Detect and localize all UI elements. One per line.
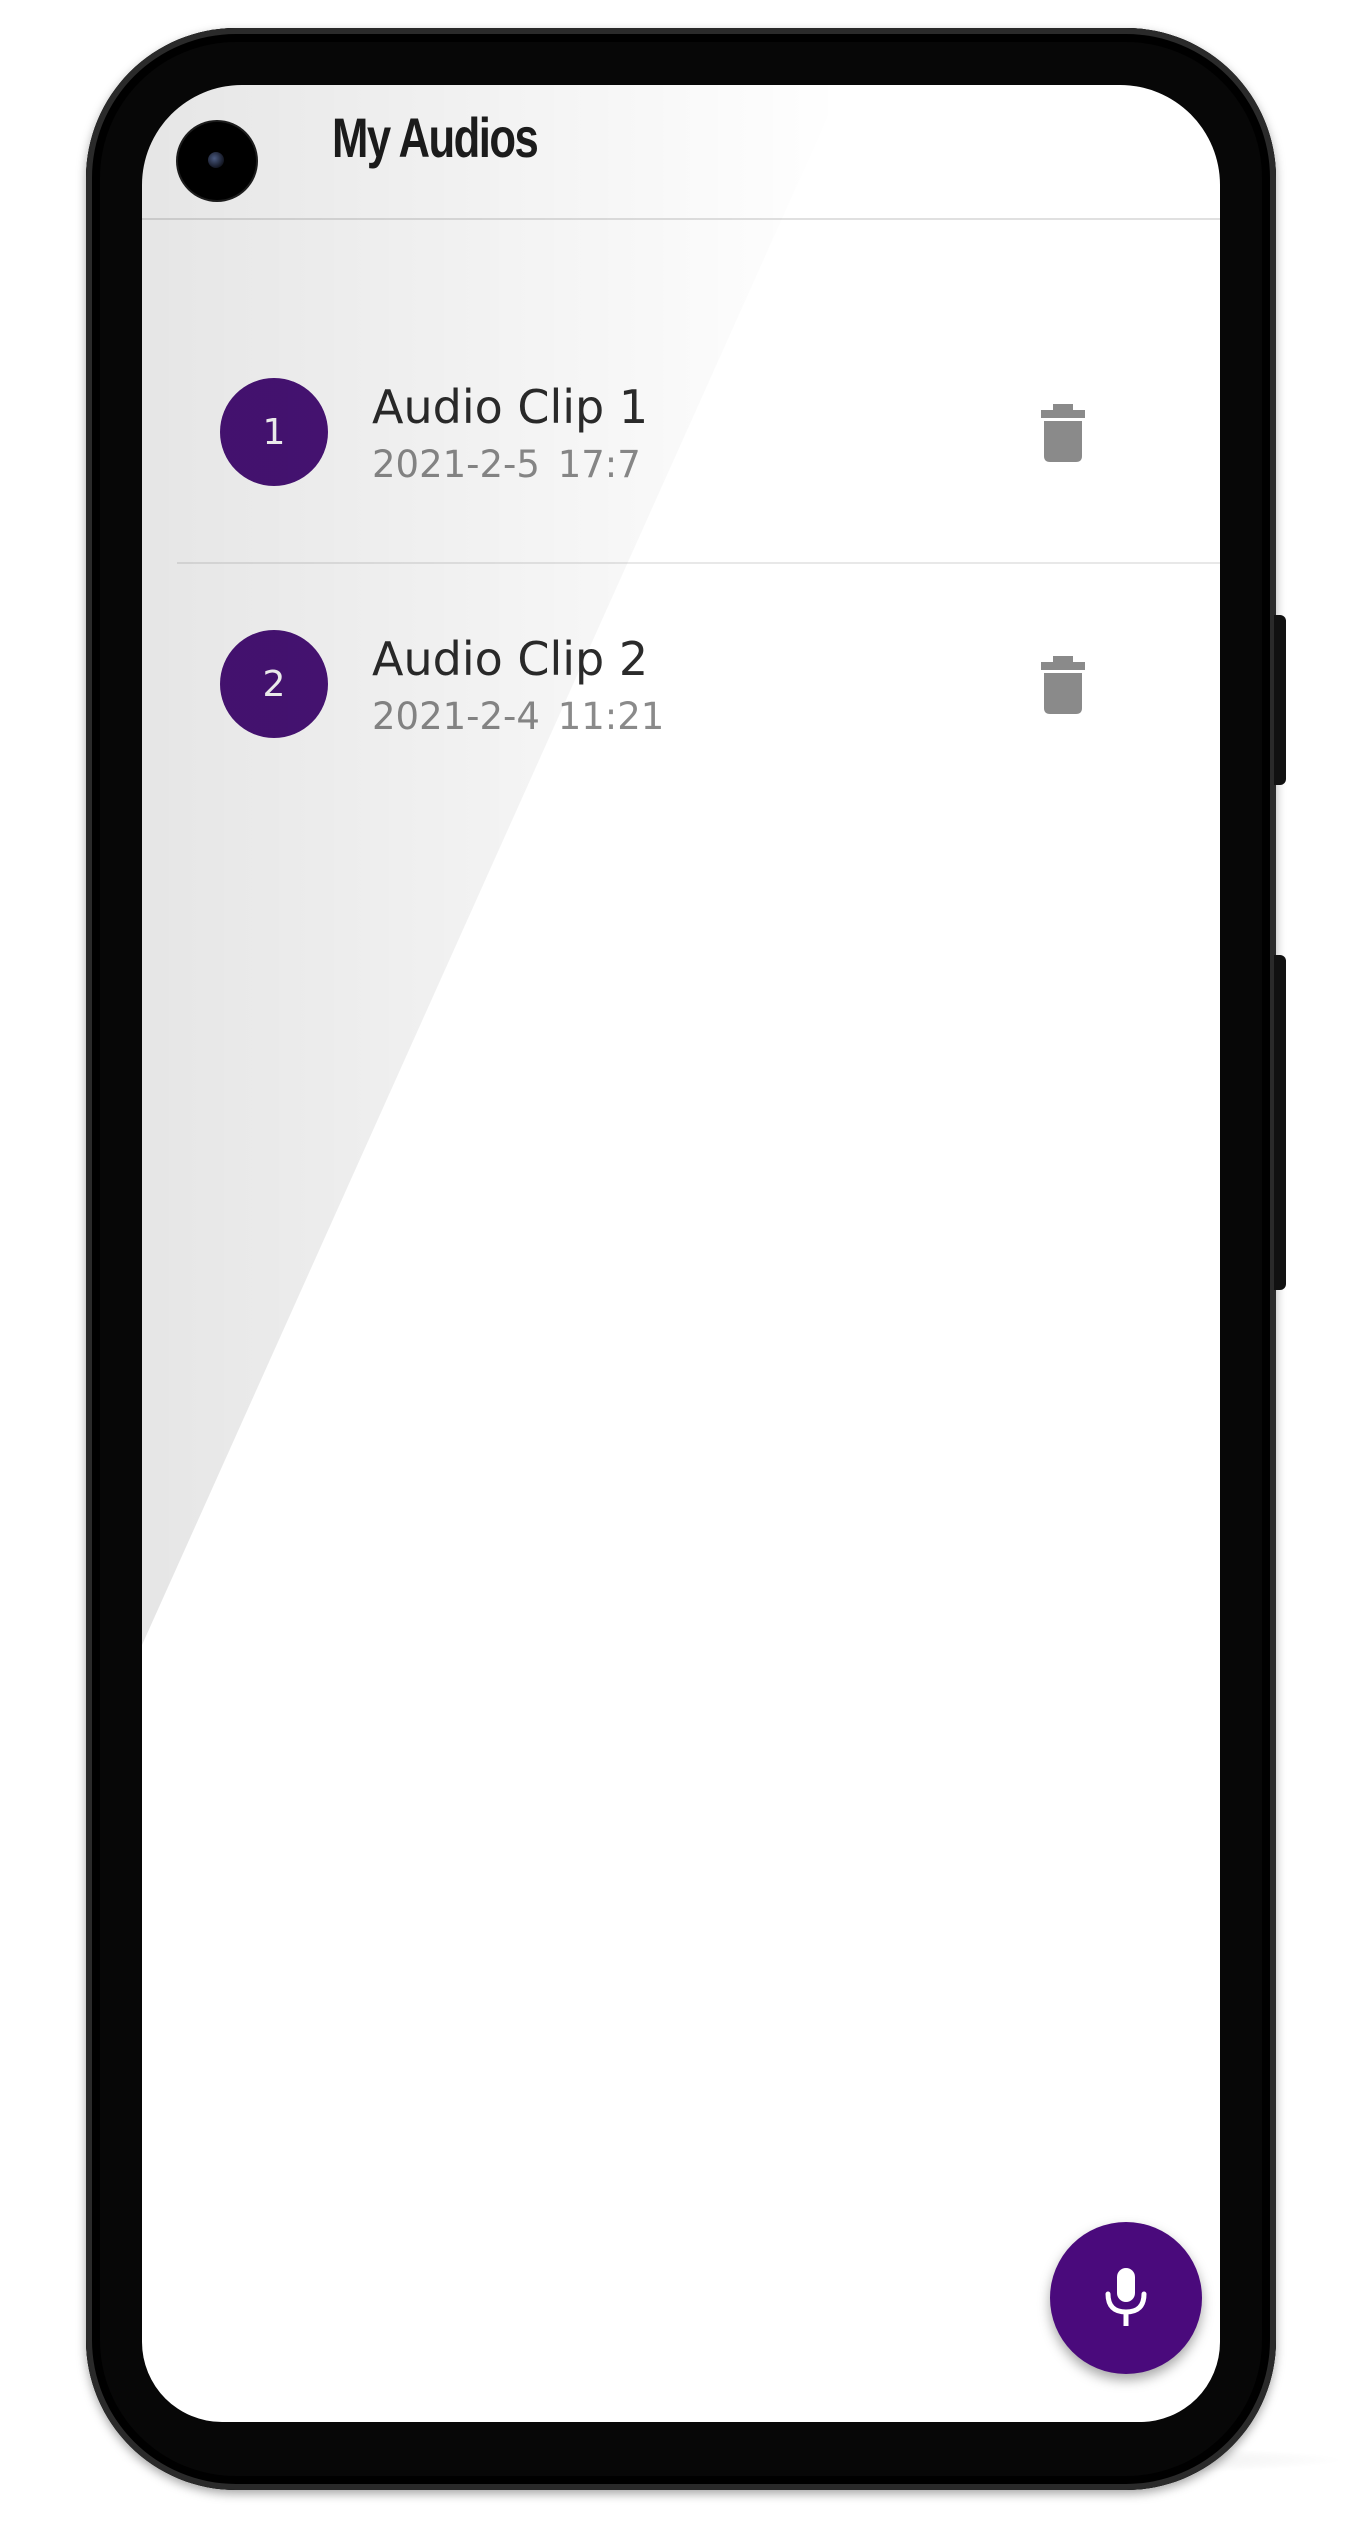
clip-timestamp: 2021-2-5 17:7 bbox=[372, 443, 641, 486]
delete-button[interactable] bbox=[1035, 652, 1091, 718]
record-button[interactable] bbox=[1050, 2222, 1202, 2374]
trash-icon bbox=[1041, 404, 1085, 462]
clip-timestamp: 2021-2-4 11:21 bbox=[372, 695, 664, 738]
power-button bbox=[1274, 615, 1286, 785]
clip-title: Audio Clip 1 bbox=[372, 380, 649, 434]
microphone-icon bbox=[1105, 2268, 1147, 2326]
volume-button bbox=[1274, 955, 1286, 1290]
clip-time: 17:7 bbox=[557, 443, 641, 486]
page-title: My Audios bbox=[332, 106, 539, 169]
device-mockup: My Audios 1 Audio Clip 1 2021-2-5 17:7 2… bbox=[0, 0, 1370, 2534]
clip-number: 2 bbox=[262, 663, 286, 705]
list-item[interactable]: 1 Audio Clip 1 2021-2-5 17:7 bbox=[177, 305, 1220, 555]
list-item[interactable]: 2 Audio Clip 2 2021-2-4 11:21 bbox=[177, 557, 1220, 807]
clip-number-avatar: 2 bbox=[220, 630, 328, 738]
clip-date: 2021-2-4 bbox=[372, 695, 540, 738]
clip-number-avatar: 1 bbox=[220, 378, 328, 486]
clip-time: 11:21 bbox=[557, 695, 665, 738]
front-camera bbox=[178, 122, 256, 200]
app-bar: My Audios bbox=[142, 85, 1220, 220]
clip-number: 1 bbox=[262, 411, 286, 453]
clip-title: Audio Clip 2 bbox=[372, 632, 649, 686]
phone-screen: My Audios 1 Audio Clip 1 2021-2-5 17:7 2… bbox=[142, 85, 1220, 2422]
delete-button[interactable] bbox=[1035, 400, 1091, 466]
trash-icon bbox=[1041, 656, 1085, 714]
clip-date: 2021-2-5 bbox=[372, 443, 540, 486]
